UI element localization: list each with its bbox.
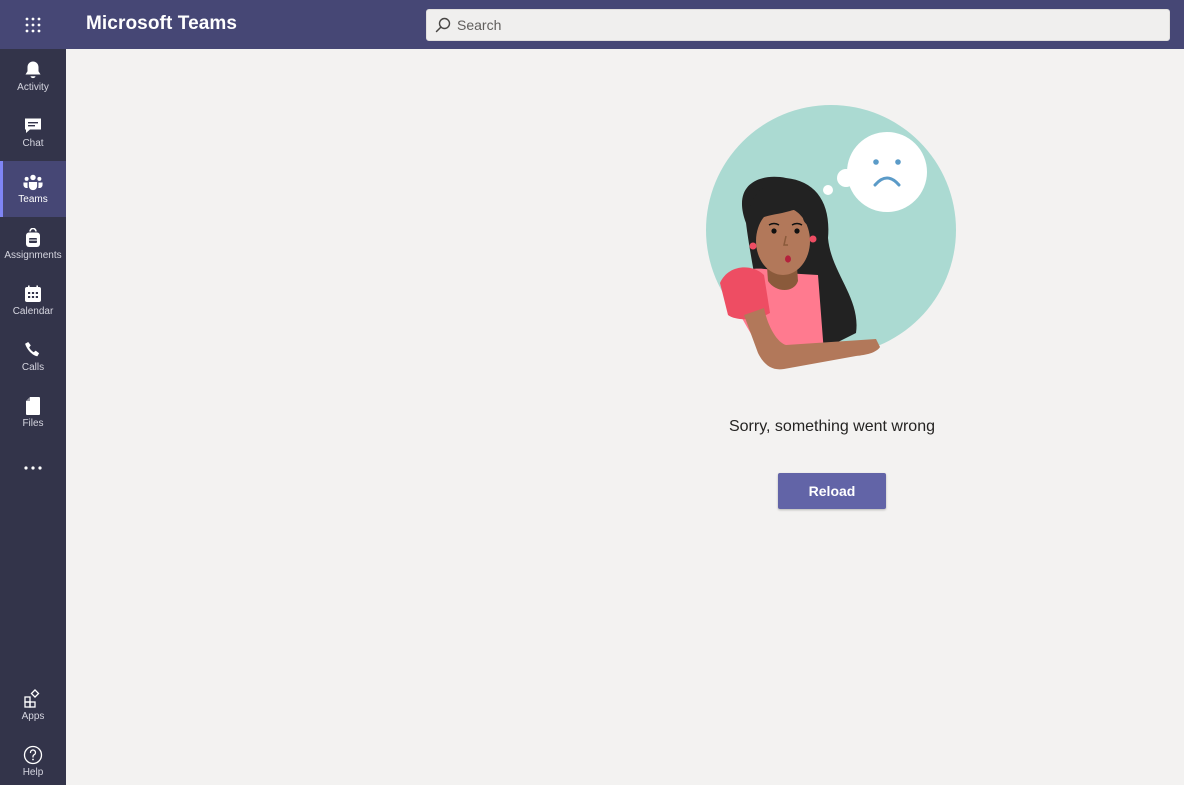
rail-label: Teams [18,194,48,205]
top-bar: Microsoft Teams [0,0,1184,49]
error-illustration [706,105,956,370]
app-launcher-button[interactable] [0,0,66,49]
rail-label: Calls [21,362,45,373]
rail-item-chat[interactable]: Chat [0,105,66,161]
more-apps-button[interactable] [0,441,66,497]
rail-label: Activity [17,82,49,93]
rail-item-help[interactable]: Help [0,734,66,785]
rail-label: Assignments [4,250,62,261]
rail-label: Files [22,418,44,429]
phone-icon [23,340,43,360]
rail-item-apps[interactable]: Apps [0,678,66,734]
rail-item-teams[interactable]: Teams [0,161,66,217]
teams-icon [23,172,43,192]
rail-item-activity[interactable]: Activity [0,49,66,105]
rail-label: Help [22,767,44,778]
help-icon [23,745,43,765]
apps-icon [23,689,43,709]
rail-label: Apps [21,711,45,722]
rail-item-calls[interactable]: Calls [0,329,66,385]
backpack-icon [23,228,43,248]
rail-item-calendar[interactable]: Calendar [0,273,66,329]
app-bar: Activity Chat Teams Assignments Calendar… [0,49,66,785]
ellipsis-icon [23,458,43,478]
file-icon [23,396,43,416]
search-box[interactable] [426,9,1170,41]
bell-icon [23,60,43,80]
rail-label: Chat [22,138,44,149]
calendar-icon [23,284,43,304]
rail-item-files[interactable]: Files [0,385,66,441]
chat-icon [23,116,43,136]
reload-button[interactable]: Reload [778,473,886,509]
search-icon [435,17,451,33]
waffle-icon [25,17,41,32]
main-content: Sorry, something went wrong Reload [66,49,1184,785]
rail-label: Calendar [12,306,54,317]
error-message: Sorry, something went wrong [728,418,935,435]
search-input[interactable] [457,17,1137,33]
app-title: Microsoft Teams [86,13,238,34]
rail-item-assignments[interactable]: Assignments [0,217,66,273]
